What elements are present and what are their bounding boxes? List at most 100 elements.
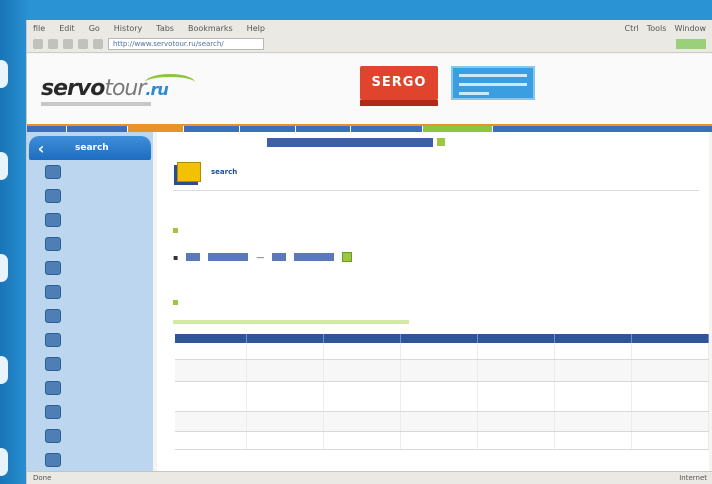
home-icon[interactable] <box>93 39 103 49</box>
page-title: search <box>177 162 237 182</box>
table-header-cell[interactable] <box>631 334 709 343</box>
banner-ad-red[interactable]: SERGO <box>360 66 438 106</box>
go-button[interactable] <box>676 39 706 49</box>
phone-icon <box>45 405 61 419</box>
table-cell <box>631 359 709 382</box>
status-text: Done <box>33 474 52 482</box>
table-header-cell[interactable] <box>477 334 555 343</box>
menu-item-right[interactable]: Ctrl <box>625 24 639 33</box>
divider <box>173 190 699 191</box>
table-row[interactable] <box>175 431 709 450</box>
status-zone: Internet <box>679 474 707 482</box>
table-cell <box>400 343 478 360</box>
sidebar-header[interactable]: ‹ search <box>29 136 151 160</box>
sidebar-item[interactable] <box>27 280 153 304</box>
table-cell <box>554 411 632 432</box>
table-row[interactable] <box>175 359 709 382</box>
table-cell <box>554 431 632 450</box>
table-header-cell[interactable] <box>554 334 632 343</box>
sidebar-item[interactable] <box>27 448 153 472</box>
table-cell <box>400 381 478 412</box>
sidebar-item[interactable] <box>27 400 153 424</box>
table-cell <box>400 431 478 450</box>
day-from-select[interactable] <box>186 253 201 261</box>
table-cell <box>631 381 709 412</box>
results-table <box>175 334 709 450</box>
table-cell <box>323 431 401 450</box>
plane-icon <box>45 213 61 227</box>
folder-icon <box>45 189 61 203</box>
user-search-input[interactable] <box>267 137 433 147</box>
browser-window: file Edit Go History Tabs Bookmarks Help Ctrl To… <box>26 20 712 484</box>
chevron-left-icon[interactable]: ‹ <box>29 139 53 158</box>
stop-icon[interactable] <box>78 39 88 49</box>
day-to-select[interactable] <box>272 253 287 261</box>
table-header-cell[interactable] <box>246 334 324 343</box>
banner-ad-blue[interactable] <box>451 66 535 100</box>
table-cell <box>400 359 478 382</box>
sidebar-item[interactable] <box>27 184 153 208</box>
reload-icon[interactable] <box>63 39 73 49</box>
site-header: servotour.ru SERGO <box>27 54 712 126</box>
table-cell[interactable] <box>175 381 247 412</box>
status-bar: Done Internet <box>27 471 712 484</box>
table-cell <box>477 343 555 360</box>
sidebar: ‹ search <box>27 132 153 472</box>
table-cell[interactable] <box>175 411 247 432</box>
user-search-go-button[interactable] <box>437 138 445 146</box>
table-cell <box>400 411 478 432</box>
sidebar-item[interactable] <box>27 352 153 376</box>
user-search-bar <box>263 136 445 148</box>
sidebar-item[interactable] <box>27 160 153 184</box>
sidebar-item[interactable] <box>27 304 153 328</box>
table-cell <box>477 431 555 450</box>
date-go-button[interactable] <box>342 252 353 262</box>
table-header-cell[interactable] <box>323 334 401 343</box>
table-row[interactable] <box>175 411 709 432</box>
menu-item[interactable]: Help <box>247 24 265 33</box>
globe-icon <box>45 165 61 179</box>
sidebar-item[interactable] <box>27 256 153 280</box>
table-cell[interactable] <box>175 431 247 450</box>
bullet-icon <box>173 228 178 233</box>
ticket-icon <box>45 285 61 299</box>
sidebar-item[interactable] <box>27 232 153 256</box>
browser-menubar: file Edit Go History Tabs Bookmarks Help Ctrl To… <box>27 20 712 36</box>
table-cell <box>323 381 401 412</box>
sidebar-item[interactable] <box>27 424 153 448</box>
date-bullet: ▪ <box>173 252 179 262</box>
table-header-cell[interactable] <box>400 334 478 343</box>
table-row[interactable] <box>175 381 709 412</box>
menu-item[interactable]: Tabs <box>156 24 174 33</box>
menu-item[interactable]: Edit <box>59 24 75 33</box>
results-note <box>173 320 409 324</box>
menu-item[interactable]: Go <box>89 24 100 33</box>
month-from-select[interactable] <box>208 253 249 261</box>
section-heading-results <box>173 300 182 305</box>
table-row[interactable] <box>175 343 709 360</box>
month-to-select[interactable] <box>294 253 335 261</box>
logo-tagline <box>41 102 151 106</box>
table-cell[interactable] <box>175 343 247 360</box>
table-cell[interactable] <box>175 359 247 382</box>
car-icon <box>45 261 61 275</box>
search-page-icon <box>177 162 201 182</box>
menu-item[interactable]: Bookmarks <box>188 24 233 33</box>
back-icon[interactable] <box>33 39 43 49</box>
table-cell <box>246 343 324 360</box>
sidebar-item[interactable] <box>27 328 153 352</box>
table-cell <box>554 359 632 382</box>
menu-item-right[interactable]: Tools <box>647 24 667 33</box>
table-header-cell[interactable] <box>175 334 247 343</box>
section-heading-dates <box>173 228 182 233</box>
sidebar-item[interactable] <box>27 376 153 400</box>
menu-item-right[interactable]: Window <box>674 24 706 33</box>
star-icon <box>45 381 61 395</box>
map-icon <box>45 309 61 323</box>
menu-item[interactable]: History <box>114 24 142 33</box>
address-bar[interactable]: http://www.servotour.ru/search/ <box>108 38 264 50</box>
menu-item[interactable]: file <box>33 24 45 33</box>
forward-icon[interactable] <box>48 39 58 49</box>
sidebar-item[interactable] <box>27 208 153 232</box>
info-icon <box>45 333 61 347</box>
